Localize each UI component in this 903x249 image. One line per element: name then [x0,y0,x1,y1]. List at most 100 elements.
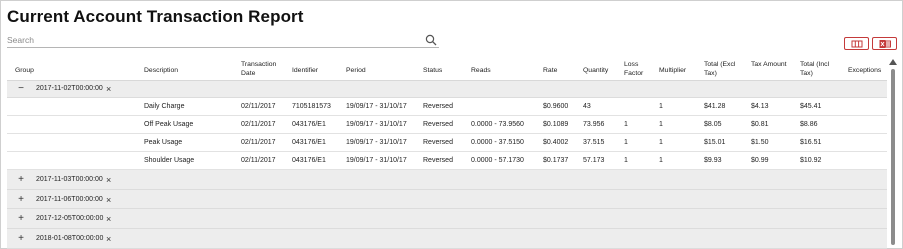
table-row[interactable]: Daily Charge 02/11/2017 7105181573 19/09… [7,98,887,116]
cell-status: Reversed [423,103,453,110]
group-label: 2017-11-03T00:00:00 [36,176,103,183]
header-total-excl-tax[interactable]: Total (Excl Tax) [704,60,746,78]
cell-total-excl-tax: $9.93 [704,157,722,164]
table-header: Group Description Transaction Date Ident… [7,57,887,81]
group-label: 2017-12-05T00:00:00 [36,215,104,222]
group-row[interactable]: + 2017-11-03T00:00:00 × [7,170,887,190]
cell-total-incl-tax: $8.86 [800,121,818,128]
header-tax-amount[interactable]: Tax Amount [751,60,787,69]
close-icon[interactable]: × [106,195,111,205]
header-total-incl-tax[interactable]: Total (Incl Tax) [800,60,842,78]
cell-description: Shoulder Usage [144,157,195,164]
cell-total-excl-tax: $41.28 [704,103,726,110]
vertical-scrollbar[interactable] [888,59,898,248]
header-description[interactable]: Description [144,66,178,75]
header-identifier[interactable]: Identifier [292,66,318,75]
cell-period: 19/09/17 - 31/10/17 [346,103,407,110]
header-quantity[interactable]: Quantity [583,66,608,75]
group-label: 2018-01-08T00:00:00 [36,235,104,242]
header-loss-factor[interactable]: Loss Factor [624,60,654,78]
cell-status: Reversed [423,157,453,164]
expand-icon[interactable]: + [16,195,26,205]
header-multiplier[interactable]: Multiplier [659,66,686,75]
cell-quantity: 73.956 [583,121,605,128]
cell-rate: $0.1737 [543,157,569,164]
cell-loss-factor: 1 [624,121,628,128]
page-title: Current Account Transaction Report [7,7,304,26]
cell-quantity: 37.515 [583,139,605,146]
cell-identifier: 043176/E1 [292,121,326,128]
group-row[interactable]: + 2017-11-06T00:00:00 × [7,190,887,209]
cell-total-incl-tax: $10.92 [800,157,822,164]
cell-multiplier: 1 [659,157,663,164]
cell-tax-amount: $0.81 [751,121,769,128]
header-reads[interactable]: Reads [471,66,491,75]
cell-transaction-date: 02/11/2017 [241,139,276,146]
cell-total-excl-tax: $15.01 [704,139,726,146]
report-window: Current Account Transaction Report Group… [0,0,903,249]
cell-reads: 0.0000 - 37.5150 [471,139,524,146]
export-excel-button[interactable] [872,37,897,50]
cell-rate: $0.4002 [543,139,569,146]
search-input[interactable] [7,32,417,47]
cell-transaction-date: 02/11/2017 [241,103,276,110]
group-label: 2017-11-02T00:00:00 [36,85,103,92]
header-period[interactable]: Period [346,66,366,75]
cell-reads: 0.0000 - 57.1730 [471,157,524,164]
cell-rate: $0.9600 [543,103,569,110]
cell-quantity: 43 [583,103,591,110]
group-row[interactable]: − 2017-11-02T00:00:00 × [7,81,887,98]
close-icon[interactable]: × [106,84,111,94]
cell-total-incl-tax: $45.41 [800,103,822,110]
group-row[interactable]: + 2018-01-08T00:00:00 × [7,229,887,249]
close-icon[interactable]: × [106,175,111,185]
cell-description: Peak Usage [144,139,183,146]
cell-tax-amount: $1.50 [751,139,769,146]
search-icon[interactable] [425,33,437,46]
table-row[interactable]: Peak Usage 02/11/2017 043176/E1 19/09/17… [7,134,887,152]
header-rate[interactable]: Rate [543,66,557,75]
cell-identifier: 043176/E1 [292,157,326,164]
cell-identifier: 7105181573 [292,103,331,110]
cell-status: Reversed [423,139,453,146]
cell-tax-amount: $0.99 [751,157,769,164]
scrollbar-thumb[interactable] [891,69,895,245]
scroll-up-arrow-icon[interactable] [889,59,897,65]
cell-total-excl-tax: $8.05 [704,121,722,128]
table-row[interactable]: Shoulder Usage 02/11/2017 043176/E1 19/0… [7,152,887,170]
cell-period: 19/09/17 - 31/10/17 [346,157,407,164]
expand-icon[interactable]: + [16,234,26,244]
cell-transaction-date: 02/11/2017 [241,157,276,164]
collapse-icon[interactable]: − [16,84,26,94]
cell-description: Off Peak Usage [144,121,194,128]
search-box[interactable] [7,32,439,48]
cell-total-incl-tax: $16.51 [800,139,822,146]
table-row[interactable]: Off Peak Usage 02/11/2017 043176/E1 19/0… [7,116,887,134]
excel-export-icon [879,40,891,48]
cell-loss-factor: 1 [624,157,628,164]
cell-multiplier: 1 [659,139,663,146]
columns-icon [851,40,863,48]
header-group[interactable]: Group [15,66,34,75]
cell-reads: 0.0000 - 73.9560 [471,121,524,128]
header-transaction-date[interactable]: Transaction Date [241,60,285,78]
cell-rate: $0.1089 [543,121,569,128]
cell-loss-factor: 1 [624,139,628,146]
cell-transaction-date: 02/11/2017 [241,121,276,128]
cell-identifier: 043176/E1 [292,139,326,146]
column-chooser-button[interactable] [844,37,869,50]
cell-description: Daily Charge [144,103,185,110]
cell-quantity: 57.173 [583,157,605,164]
expand-icon[interactable]: + [16,214,26,224]
group-label: 2017-11-06T00:00:00 [36,196,103,203]
cell-period: 19/09/17 - 31/10/17 [346,139,407,146]
header-status[interactable]: Status [423,66,442,75]
cell-multiplier: 1 [659,103,663,110]
cell-status: Reversed [423,121,453,128]
expand-icon[interactable]: + [16,175,26,185]
close-icon[interactable]: × [106,214,111,224]
header-exceptions[interactable]: Exceptions [848,66,881,75]
cell-period: 19/09/17 - 31/10/17 [346,121,407,128]
group-row[interactable]: + 2017-12-05T00:00:00 × [7,209,887,229]
close-icon[interactable]: × [106,234,111,244]
